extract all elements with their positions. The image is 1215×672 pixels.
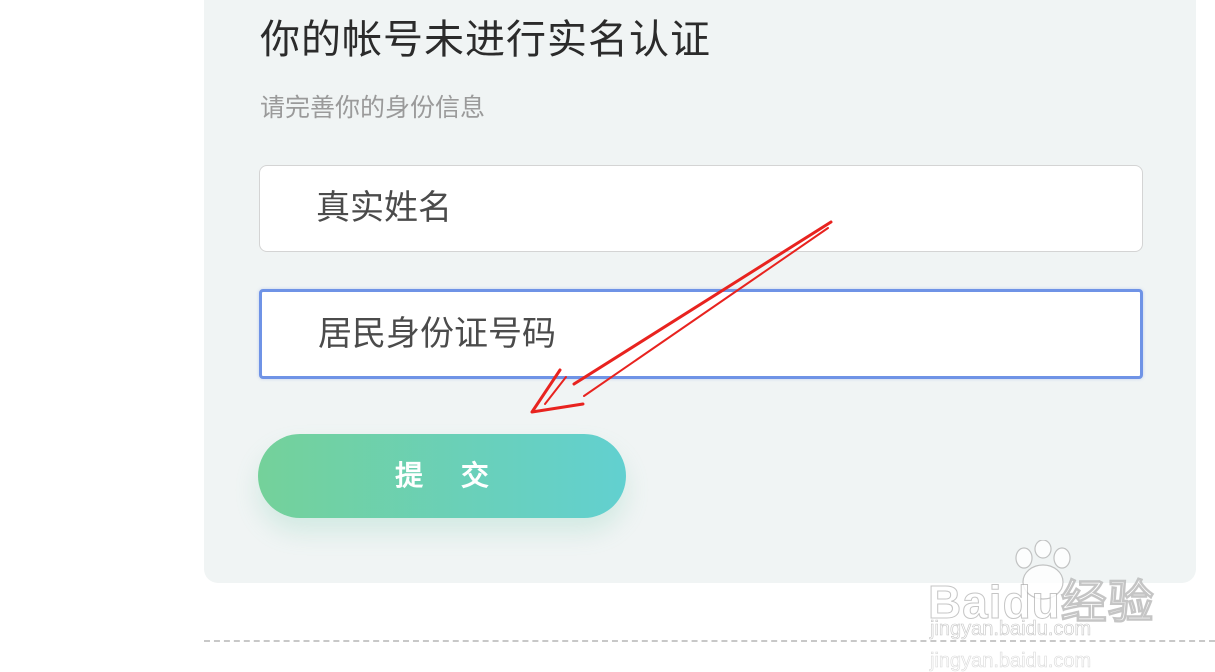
real-name-placeholder: 真实姓名 (316, 188, 452, 228)
submit-button[interactable]: 提 交 (258, 434, 626, 518)
real-name-input[interactable]: 真实姓名 (259, 165, 1143, 252)
watermark-url: jingyan.baidu.com (930, 618, 1092, 641)
dashed-divider (204, 640, 1215, 642)
page-title: 你的帐号未进行实名认证 (260, 17, 711, 63)
id-number-placeholder: 居民身份证号码 (318, 314, 556, 354)
verification-page: 你的帐号未进行实名认证 请完善你的身份信息 真实姓名 居民身份证号码 提 交 B… (0, 0, 1215, 672)
page-subtitle: 请完善你的身份信息 (260, 93, 486, 122)
watermark-url-shadow: jingyan.baidu.com (930, 650, 1092, 672)
id-number-input[interactable]: 居民身份证号码 (259, 289, 1143, 379)
